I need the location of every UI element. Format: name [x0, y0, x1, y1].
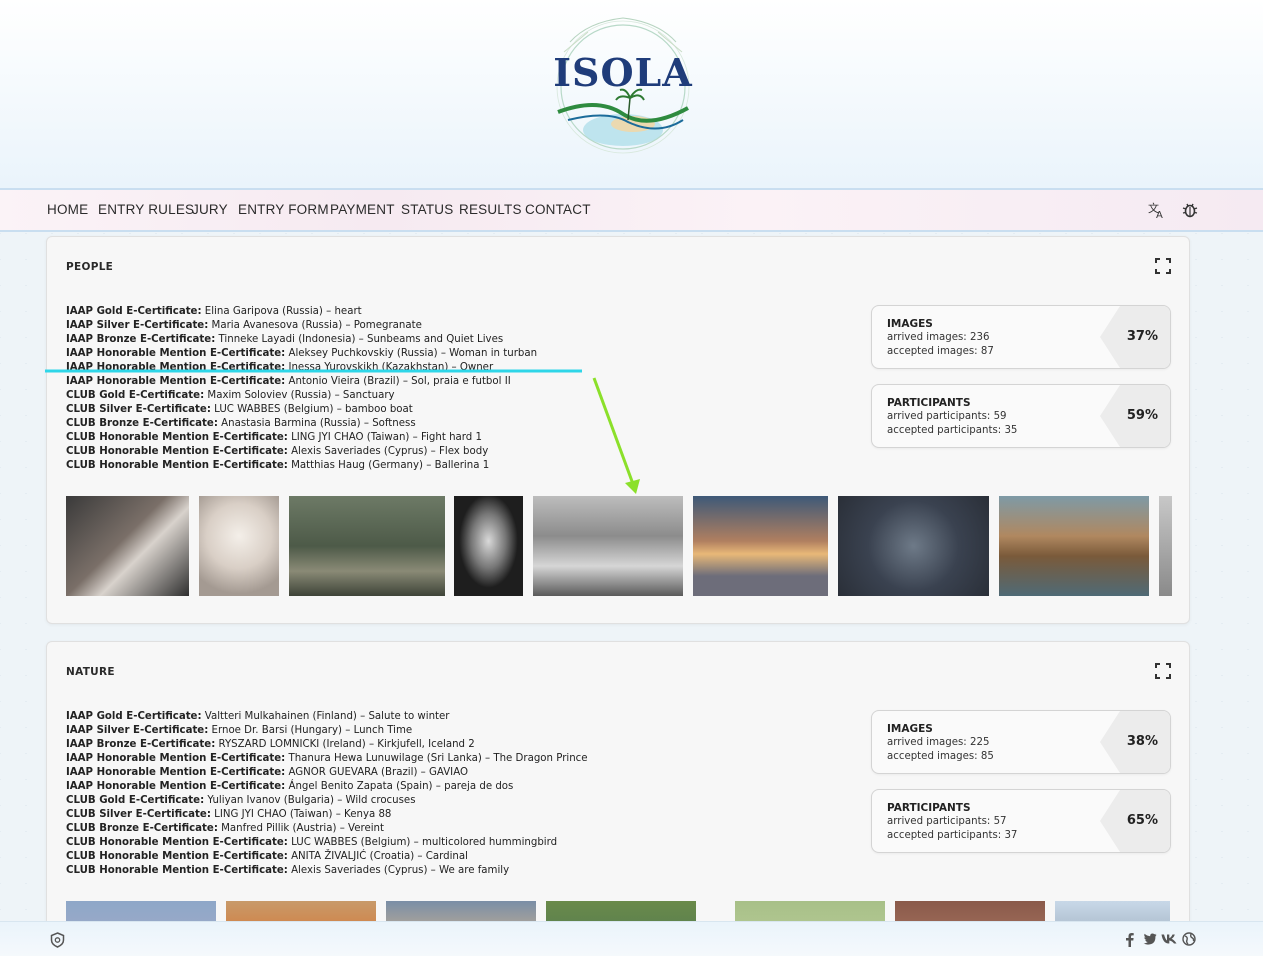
nav-home[interactable]: HOME [47, 202, 88, 217]
stat-percent: 38% [1126, 734, 1158, 749]
expand-icon[interactable] [1155, 663, 1171, 679]
award-image-thumbnail[interactable] [1159, 496, 1172, 596]
site-header: ISOLA [0, 0, 1263, 188]
award-line: CLUB Honorable Mention E-Certificate: Ma… [66, 460, 490, 471]
award-line: IAAP Honorable Mention E-Certificate: AG… [66, 767, 468, 778]
award-line: IAAP Honorable Mention E-Certificate: Th… [66, 753, 588, 764]
award-image-thumbnail[interactable] [454, 496, 523, 596]
award-line: IAAP Honorable Mention E-Certificate: An… [66, 376, 511, 387]
svg-text:A: A [1156, 210, 1163, 219]
award-line: CLUB Honorable Mention E-Certificate: LI… [66, 432, 482, 443]
stat-arrived: arrived images: 225 [887, 737, 990, 748]
award-image-thumbnail[interactable] [838, 496, 989, 596]
award-image-thumbnail[interactable] [693, 496, 828, 596]
awards-list: IAAP Gold E-Certificate: Elina Garipova … [66, 305, 537, 473]
globe-icon[interactable] [1182, 932, 1196, 946]
award-line: IAAP Bronze E-Certificate: Tinneke Layad… [66, 334, 504, 345]
expand-icon[interactable] [1155, 258, 1171, 274]
stat-title: IMAGES [887, 723, 933, 735]
award-line: IAAP Honorable Mention E-Certificate: Al… [66, 348, 538, 359]
award-line: IAAP Gold E-Certificate: Valtteri Mulkah… [66, 711, 450, 722]
stat-accepted: accepted participants: 35 [887, 425, 1018, 436]
award-line: CLUB Honorable Mention E-Certificate: LU… [66, 837, 558, 848]
award-line: CLUB Silver E-Certificate: LUC WABBES (B… [66, 404, 413, 415]
section-title: PEOPLE [66, 261, 114, 273]
stat-arrived: arrived participants: 59 [887, 411, 1007, 422]
stat-percent: 37% [1126, 329, 1158, 344]
award-line: IAAP Silver E-Certificate: Maria Avaneso… [66, 320, 422, 331]
translate-icon[interactable]: 文 A [1148, 201, 1166, 219]
stat-percent: 59% [1126, 408, 1158, 423]
award-line: IAAP Honorable Mention E-Certificate: In… [66, 362, 494, 373]
award-line: CLUB Silver E-Certificate: LING JYI CHAO… [66, 809, 392, 820]
award-line: CLUB Bronze E-Certificate: Anastasia Bar… [66, 418, 416, 429]
stat-arrived: arrived participants: 57 [887, 816, 1007, 827]
images-stat-card: IMAGES arrived images: 236 accepted imag… [871, 305, 1171, 369]
award-line: IAAP Gold E-Certificate: Elina Garipova … [66, 306, 362, 317]
stat-accepted: accepted images: 85 [887, 751, 994, 762]
stat-title: PARTICIPANTS [887, 802, 971, 814]
award-line: CLUB Honorable Mention E-Certificate: Al… [66, 865, 510, 876]
nav-status[interactable]: STATUS [401, 202, 453, 217]
nav-contact[interactable]: CONTACT [525, 202, 591, 217]
nav-jury[interactable]: JURY [192, 202, 228, 217]
section-nature: NATURE IAAP Gold E-Certificate: Valtteri… [46, 641, 1190, 942]
facebook-icon[interactable] [1125, 932, 1134, 947]
stat-title: PARTICIPANTS [887, 397, 971, 409]
site-footer [0, 921, 1263, 956]
images-stat-card: IMAGES arrived images: 225 accepted imag… [871, 710, 1171, 774]
nav-entry-form[interactable]: ENTRY FORM [238, 202, 329, 217]
participants-stat-card: PARTICIPANTS arrived participants: 57 ac… [871, 789, 1171, 853]
award-image-thumbnail[interactable] [199, 496, 279, 596]
award-image-thumbnail[interactable] [289, 496, 445, 596]
shield-icon[interactable] [50, 932, 65, 948]
award-line: CLUB Gold E-Certificate: Yuliyan Ivanov … [66, 795, 416, 806]
award-image-thumbnail[interactable] [999, 496, 1149, 596]
section-people: PEOPLE IAAP Gold E-Certificate: Elina Ga… [46, 236, 1190, 624]
award-line: IAAP Bronze E-Certificate: RYSZARD LOMNI… [66, 739, 475, 750]
stat-accepted: accepted images: 87 [887, 346, 994, 357]
award-line: CLUB Honorable Mention E-Certificate: Al… [66, 446, 489, 457]
main-nav: HOME ENTRY RULES JURY ENTRY FORM PAYMENT… [0, 188, 1263, 232]
award-image-thumbnail[interactable] [66, 496, 189, 596]
nav-payment[interactable]: PAYMENT [330, 202, 395, 217]
award-line: CLUB Bronze E-Certificate: Manfred Pilli… [66, 823, 385, 834]
section-title: NATURE [66, 666, 115, 678]
nav-results[interactable]: RESULTS [459, 202, 522, 217]
stat-accepted: accepted participants: 37 [887, 830, 1018, 841]
award-image-thumbnail[interactable] [533, 496, 683, 596]
participants-stat-card: PARTICIPANTS arrived participants: 59 ac… [871, 384, 1171, 448]
bug-icon[interactable] [1181, 201, 1199, 219]
logo-text: ISOLA [553, 50, 693, 95]
award-line: CLUB Honorable Mention E-Certificate: AN… [66, 851, 468, 862]
vk-icon[interactable] [1161, 934, 1177, 944]
stat-percent: 65% [1126, 813, 1158, 828]
isola-logo[interactable]: ISOLA [548, 12, 698, 172]
award-line: CLUB Gold E-Certificate: Maxim Soloviev … [66, 390, 395, 401]
twitter-icon[interactable] [1143, 933, 1157, 945]
award-line: IAAP Silver E-Certificate: Ernoe Dr. Bar… [66, 725, 413, 736]
awards-list: IAAP Gold E-Certificate: Valtteri Mulkah… [66, 710, 588, 878]
stat-arrived: arrived images: 236 [887, 332, 990, 343]
stat-title: IMAGES [887, 318, 933, 330]
award-line: IAAP Honorable Mention E-Certificate: Án… [66, 781, 514, 792]
nav-entry-rules[interactable]: ENTRY RULES [98, 202, 194, 217]
image-strip [66, 496, 1172, 596]
